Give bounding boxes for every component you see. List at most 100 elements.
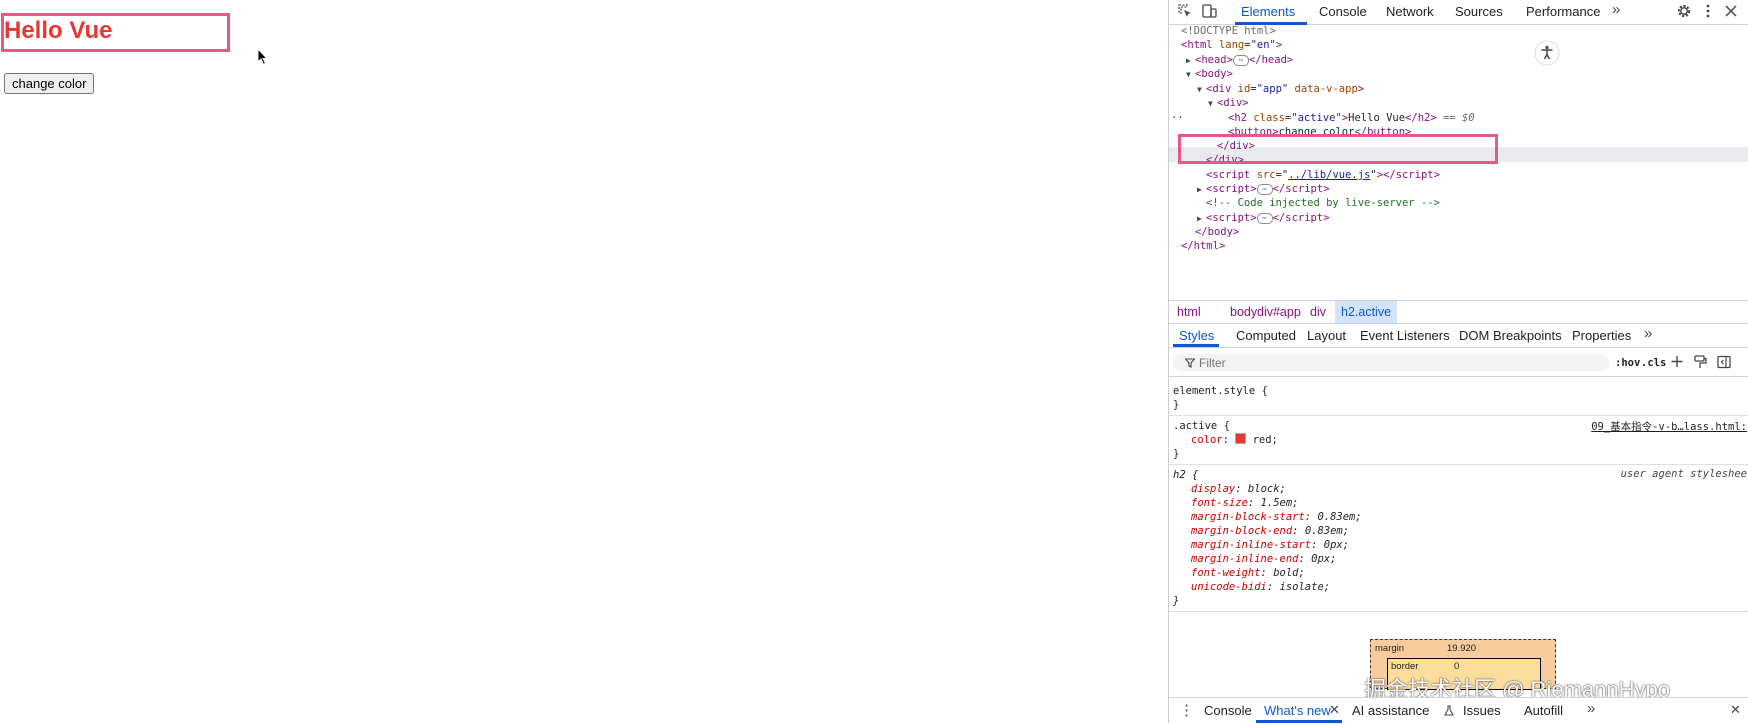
- box-model-margin-label: margin: [1375, 643, 1405, 654]
- devtools-panel: Elements Console Network Sources Perform…: [1168, 0, 1748, 724]
- dom-node-script-vue[interactable]: <script src="../lib/vue.js"></script>: [1206, 168, 1440, 182]
- h2-decl: unicode-bidi: isolate;: [1191, 581, 1331, 593]
- box-model-margin-value[interactable]: 19.920: [1447, 643, 1476, 654]
- page-viewport: Hello Vue change color: [0, 0, 1168, 723]
- console-drawer-tabbar: ⋮ Console What's new ✕ AI assistance Iss…: [1169, 697, 1748, 724]
- tab-event-listeners[interactable]: Event Listeners: [1360, 328, 1450, 343]
- breadcrumb-html[interactable]: html: [1177, 305, 1201, 319]
- script-src-link[interactable]: ../lib/vue.js: [1288, 169, 1370, 181]
- tab-layout[interactable]: Layout: [1307, 328, 1346, 343]
- tab-dom-breakpoints[interactable]: DOM Breakpoints: [1459, 328, 1562, 343]
- rule-h2-source: user agent styleshee: [1620, 468, 1747, 480]
- more-options-icon[interactable]: [1700, 3, 1716, 19]
- expand-arrow-icon[interactable]: ▶: [1197, 185, 1202, 194]
- more-subtabs-icon[interactable]: »: [1644, 325, 1652, 342]
- breadcrumb: html body div#app div h2.active: [1169, 300, 1748, 324]
- hov-toggle[interactable]: :hov: [1615, 357, 1640, 369]
- h2-decl: margin-inline-start: 0px;: [1191, 539, 1350, 551]
- filter-bar: :hov .cls: [1169, 350, 1748, 377]
- h2-decl: font-size: 1.5em;: [1191, 497, 1299, 509]
- tab-sources[interactable]: Sources: [1455, 4, 1503, 19]
- tab-properties[interactable]: Properties: [1572, 328, 1631, 343]
- tab-network[interactable]: Network: [1386, 4, 1434, 19]
- active-subtab-indicator: [1173, 344, 1219, 347]
- dom-node-script[interactable]: <script> ⋯ </script>: [1206, 182, 1330, 196]
- dom-comment: <!-- Code injected by live-server -->: [1206, 197, 1440, 209]
- drawer-tab-issues[interactable]: Issues: [1463, 703, 1501, 718]
- dom-node-div-app[interactable]: <div id="app" data-v-app>: [1206, 82, 1364, 96]
- rule-close-brace: }: [1173, 399, 1180, 411]
- drawer-menu-icon[interactable]: ⋮: [1179, 701, 1194, 719]
- color-swatch-icon[interactable]: [1235, 433, 1247, 444]
- tab-performance[interactable]: Performance: [1526, 4, 1600, 19]
- change-color-button[interactable]: change color: [4, 73, 95, 94]
- tab-console[interactable]: Console: [1319, 4, 1367, 19]
- box-model-border-value[interactable]: 0: [1454, 661, 1459, 672]
- breadcrumb-div-app[interactable]: div#app: [1257, 305, 1301, 319]
- tab-styles[interactable]: Styles: [1179, 328, 1214, 343]
- dom-node-script-2[interactable]: <script> ⋯ </script>: [1206, 211, 1330, 225]
- devtools-tabbar: Elements Console Network Sources Perform…: [1169, 0, 1748, 25]
- rule-active-color-decl[interactable]: color: red;: [1191, 433, 1278, 447]
- cls-toggle[interactable]: .cls: [1641, 357, 1666, 369]
- h2-decl: margin-inline-end: 0px;: [1191, 553, 1337, 565]
- collapse-arrow-icon[interactable]: ▼: [1197, 85, 1202, 94]
- rule-active-selector[interactable]: .active {: [1173, 419, 1230, 433]
- h2-decl: display: block;: [1191, 483, 1286, 495]
- rule-close-brace: }: [1173, 448, 1180, 460]
- dom-node-body[interactable]: <body>: [1195, 67, 1233, 81]
- breadcrumb-h2-active[interactable]: h2.active: [1335, 301, 1398, 323]
- close-tab-icon[interactable]: ✕: [1329, 702, 1340, 718]
- dom-node-head[interactable]: <head> ⋯ </head>: [1195, 53, 1293, 67]
- more-tabs-icon[interactable]: »: [1612, 1, 1620, 18]
- node-actions-icon[interactable]: ··: [1171, 111, 1184, 125]
- styles-filter-input[interactable]: [1173, 354, 1609, 371]
- rule-active-source-link[interactable]: 09_基本指令-v-b…lass.html:: [1591, 419, 1747, 434]
- breadcrumb-body[interactable]: body: [1230, 305, 1257, 319]
- breadcrumb-div[interactable]: div: [1310, 305, 1326, 319]
- settings-gear-icon[interactable]: [1676, 3, 1692, 19]
- device-toolbar-icon[interactable]: [1201, 3, 1217, 19]
- inspect-element-icon[interactable]: [1177, 3, 1193, 19]
- collapse-arrow-icon[interactable]: ▼: [1186, 70, 1191, 79]
- rule-divider: [1169, 464, 1748, 465]
- more-drawer-tabs-icon[interactable]: »: [1587, 700, 1595, 717]
- filter-icon: [1185, 358, 1195, 368]
- dom-node-html[interactable]: <html lang="en">: [1181, 38, 1282, 52]
- dom-tree: <!DOCTYPE html> <html lang="en"> ▶ <head…: [1169, 24, 1748, 294]
- toggle-sidebar-icon[interactable]: [1717, 355, 1731, 369]
- collapse-arrow-icon[interactable]: ▼: [1208, 99, 1213, 108]
- styles-pane: element.style { } .active { 09_基本指令-v-b……: [1169, 376, 1748, 666]
- rule-close-brace: }: [1173, 595, 1180, 607]
- dom-node-div-inner[interactable]: <div>: [1217, 96, 1249, 110]
- mouse-cursor-icon: [257, 48, 269, 66]
- styles-subtabs: Styles Computed Layout Event Listeners D…: [1169, 323, 1748, 348]
- close-drawer-icon[interactable]: ✕: [1730, 702, 1741, 718]
- drawer-tab-console[interactable]: Console: [1204, 703, 1252, 718]
- close-devtools-icon[interactable]: [1723, 3, 1739, 19]
- tab-elements[interactable]: Elements: [1241, 4, 1295, 19]
- dom-highlight-box: [1178, 134, 1498, 164]
- rule-divider: [1169, 415, 1748, 416]
- add-rule-icon[interactable]: [1670, 355, 1684, 369]
- drawer-tab-whats-new[interactable]: What's new: [1264, 703, 1331, 718]
- rule-divider: [1169, 611, 1748, 612]
- dom-node-h2[interactable]: <h2 class="active">Hello Vue</h2> == $0: [1228, 111, 1475, 125]
- dom-node-body-close[interactable]: </body>: [1195, 225, 1239, 239]
- flask-icon: [1444, 705, 1454, 716]
- dom-doctype: <!DOCTYPE html>: [1181, 25, 1276, 37]
- h2-decl: font-weight: bold;: [1191, 567, 1305, 579]
- box-model-border-label: border: [1391, 661, 1419, 672]
- dom-node-html-close[interactable]: </html>: [1181, 239, 1225, 253]
- rule-h2-selector[interactable]: h2 {: [1173, 468, 1198, 482]
- drawer-tab-ai-assistance[interactable]: AI assistance: [1352, 703, 1429, 718]
- expand-arrow-icon[interactable]: ▶: [1186, 56, 1191, 65]
- tab-computed[interactable]: Computed: [1236, 328, 1296, 343]
- paint-format-icon[interactable]: [1693, 355, 1707, 369]
- element-highlight-box: [1, 13, 230, 52]
- h2-decl: margin-block-end: 0.83em;: [1191, 525, 1350, 537]
- expand-arrow-icon[interactable]: ▶: [1197, 214, 1202, 223]
- h2-decl: margin-block-start: 0.83em;: [1191, 511, 1362, 523]
- drawer-tab-autofill[interactable]: Autofill: [1524, 703, 1563, 718]
- rule-element-style-selector[interactable]: element.style {: [1173, 384, 1268, 398]
